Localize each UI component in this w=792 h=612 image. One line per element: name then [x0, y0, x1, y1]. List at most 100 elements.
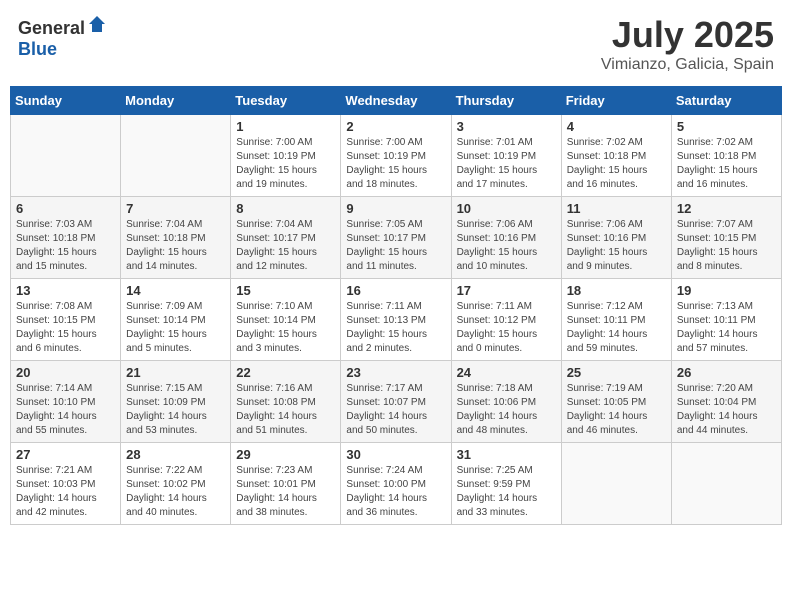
calendar-cell: 20Sunrise: 7:14 AM Sunset: 10:10 PM Dayl…	[11, 361, 121, 443]
calendar-cell: 12 Sunrise: 7:07 AM Sunset: 10:15 PM Dayl…	[671, 197, 781, 279]
calendar-cell: 19 Sunrise: 7:13 AM Sunset: 10:11 PM Dayl…	[671, 279, 781, 361]
page-header: General Blue July 2025 Vimianzo, Galicia…	[10, 10, 782, 78]
calendar-cell: 22Sunrise: 7:16 AM Sunset: 10:08 PM Dayl…	[231, 361, 341, 443]
day-number: 19	[677, 283, 776, 298]
day-number: 4	[567, 119, 666, 134]
day-number: 15	[236, 283, 335, 298]
calendar-cell: 7 Sunrise: 7:04 AM Sunset: 10:18 PM Dayli…	[121, 197, 231, 279]
calendar-cell: 18 Sunrise: 7:12 AM Sunset: 10:11 PM Dayl…	[561, 279, 671, 361]
calendar-week-row: 1Sunrise: 7:00 AM Sunset: 10:19 PM Dayli…	[11, 115, 782, 197]
day-number: 1	[236, 119, 335, 134]
title-block: July 2025 Vimianzo, Galicia, Spain	[601, 14, 774, 74]
day-number: 10	[457, 201, 556, 216]
day-detail: Sunrise: 7:21 AM Sunset: 10:03 PM Daylig…	[16, 464, 115, 520]
calendar-cell: 26 Sunrise: 7:20 AM Sunset: 10:04 PM Dayl…	[671, 361, 781, 443]
day-detail: Sunrise: 7:07 AM Sunset: 10:15 PM Daylig…	[677, 218, 776, 274]
day-number: 21	[126, 365, 225, 380]
day-detail: Sunrise: 7:02 AM Sunset: 10:18 PM Daylig…	[677, 136, 776, 192]
day-number: 25	[567, 365, 666, 380]
day-number: 17	[457, 283, 556, 298]
day-detail: Sunrise: 7:04 AM Sunset: 10:18 PM Daylig…	[126, 218, 225, 274]
logo: General Blue	[18, 14, 107, 60]
day-number: 24	[457, 365, 556, 380]
calendar-week-row: 6 Sunrise: 7:03 AM Sunset: 10:18 PM Dayli…	[11, 197, 782, 279]
day-number: 29	[236, 447, 335, 462]
calendar-cell: 4 Sunrise: 7:02 AM Sunset: 10:18 PM Dayli…	[561, 115, 671, 197]
calendar-cell: 1Sunrise: 7:00 AM Sunset: 10:19 PM Dayli…	[231, 115, 341, 197]
day-detail: Sunrise: 7:03 AM Sunset: 10:18 PM Daylig…	[16, 218, 115, 274]
day-detail: Sunrise: 7:08 AM Sunset: 10:15 PM Daylig…	[16, 300, 115, 356]
calendar-cell: 11 Sunrise: 7:06 AM Sunset: 10:16 PM Dayl…	[561, 197, 671, 279]
calendar-cell: 17 Sunrise: 7:11 AM Sunset: 10:12 PM Dayl…	[451, 279, 561, 361]
day-detail: Sunrise: 7:12 AM Sunset: 10:11 PM Daylig…	[567, 300, 666, 356]
day-detail: Sunrise: 7:04 AM Sunset: 10:17 PM Daylig…	[236, 218, 335, 274]
day-number: 7	[126, 201, 225, 216]
calendar-table: SundayMondayTuesdayWednesdayThursdayFrid…	[10, 86, 782, 525]
day-number: 16	[346, 283, 445, 298]
calendar-cell: 31Sunrise: 7:25 AM Sunset: 9:59 PM Dayli…	[451, 443, 561, 525]
day-number: 11	[567, 201, 666, 216]
day-number: 14	[126, 283, 225, 298]
day-number: 2	[346, 119, 445, 134]
day-number: 5	[677, 119, 776, 134]
calendar-cell: 9 Sunrise: 7:05 AM Sunset: 10:17 PM Dayli…	[341, 197, 451, 279]
day-number: 6	[16, 201, 115, 216]
day-detail: Sunrise: 7:02 AM Sunset: 10:18 PM Daylig…	[567, 136, 666, 192]
calendar-cell: 3Sunrise: 7:01 AM Sunset: 10:19 PM Dayli…	[451, 115, 561, 197]
calendar-cell: 24Sunrise: 7:18 AM Sunset: 10:06 PM Dayl…	[451, 361, 561, 443]
day-number: 8	[236, 201, 335, 216]
calendar-cell: 27 Sunrise: 7:21 AM Sunset: 10:03 PM Dayl…	[11, 443, 121, 525]
weekday-header: Saturday	[671, 87, 781, 115]
logo-blue: Blue	[18, 39, 57, 59]
day-detail: Sunrise: 7:20 AM Sunset: 10:04 PM Daylig…	[677, 382, 776, 438]
logo-block: General Blue	[18, 14, 107, 60]
day-detail: Sunrise: 7:05 AM Sunset: 10:17 PM Daylig…	[346, 218, 445, 274]
weekday-header: Wednesday	[341, 87, 451, 115]
day-number: 27	[16, 447, 115, 462]
day-detail: Sunrise: 7:19 AM Sunset: 10:05 PM Daylig…	[567, 382, 666, 438]
weekday-header: Tuesday	[231, 87, 341, 115]
day-number: 28	[126, 447, 225, 462]
day-detail: Sunrise: 7:11 AM Sunset: 10:12 PM Daylig…	[457, 300, 556, 356]
calendar-cell: 10 Sunrise: 7:06 AM Sunset: 10:16 PM Dayl…	[451, 197, 561, 279]
calendar-header-row: SundayMondayTuesdayWednesdayThursdayFrid…	[11, 87, 782, 115]
calendar-cell: 13 Sunrise: 7:08 AM Sunset: 10:15 PM Dayl…	[11, 279, 121, 361]
day-detail: Sunrise: 7:22 AM Sunset: 10:02 PM Daylig…	[126, 464, 225, 520]
calendar-cell	[11, 115, 121, 197]
calendar-cell: 21 Sunrise: 7:15 AM Sunset: 10:09 PM Dayl…	[121, 361, 231, 443]
calendar-cell	[671, 443, 781, 525]
calendar-cell: 28 Sunrise: 7:22 AM Sunset: 10:02 PM Dayl…	[121, 443, 231, 525]
day-detail: Sunrise: 7:11 AM Sunset: 10:13 PM Daylig…	[346, 300, 445, 356]
day-detail: Sunrise: 7:13 AM Sunset: 10:11 PM Daylig…	[677, 300, 776, 356]
day-number: 31	[457, 447, 556, 462]
location-subtitle: Vimianzo, Galicia, Spain	[601, 56, 774, 74]
calendar-cell: 23 Sunrise: 7:17 AM Sunset: 10:07 PM Dayl…	[341, 361, 451, 443]
day-number: 9	[346, 201, 445, 216]
day-detail: Sunrise: 7:06 AM Sunset: 10:16 PM Daylig…	[567, 218, 666, 274]
weekday-header: Friday	[561, 87, 671, 115]
day-detail: Sunrise: 7:14 AM Sunset: 10:10 PM Daylig…	[16, 382, 115, 438]
calendar-cell: 15 Sunrise: 7:10 AM Sunset: 10:14 PM Dayl…	[231, 279, 341, 361]
calendar-cell: 30Sunrise: 7:24 AM Sunset: 10:00 PM Dayl…	[341, 443, 451, 525]
day-number: 23	[346, 365, 445, 380]
calendar-cell: 16 Sunrise: 7:11 AM Sunset: 10:13 PM Dayl…	[341, 279, 451, 361]
calendar-cell: 2Sunrise: 7:00 AM Sunset: 10:19 PM Dayli…	[341, 115, 451, 197]
calendar-cell: 6 Sunrise: 7:03 AM Sunset: 10:18 PM Dayli…	[11, 197, 121, 279]
calendar-cell	[121, 115, 231, 197]
day-number: 26	[677, 365, 776, 380]
day-number: 18	[567, 283, 666, 298]
day-detail: Sunrise: 7:06 AM Sunset: 10:16 PM Daylig…	[457, 218, 556, 274]
calendar-week-row: 27 Sunrise: 7:21 AM Sunset: 10:03 PM Dayl…	[11, 443, 782, 525]
day-detail: Sunrise: 7:10 AM Sunset: 10:14 PM Daylig…	[236, 300, 335, 356]
day-detail: Sunrise: 7:23 AM Sunset: 10:01 PM Daylig…	[236, 464, 335, 520]
day-number: 22	[236, 365, 335, 380]
day-detail: Sunrise: 7:01 AM Sunset: 10:19 PM Daylig…	[457, 136, 556, 192]
weekday-header: Sunday	[11, 87, 121, 115]
day-number: 13	[16, 283, 115, 298]
day-detail: Sunrise: 7:15 AM Sunset: 10:09 PM Daylig…	[126, 382, 225, 438]
day-number: 12	[677, 201, 776, 216]
weekday-header: Thursday	[451, 87, 561, 115]
calendar-cell: 5 Sunrise: 7:02 AM Sunset: 10:18 PM Dayli…	[671, 115, 781, 197]
day-detail: Sunrise: 7:17 AM Sunset: 10:07 PM Daylig…	[346, 382, 445, 438]
day-detail: Sunrise: 7:09 AM Sunset: 10:14 PM Daylig…	[126, 300, 225, 356]
